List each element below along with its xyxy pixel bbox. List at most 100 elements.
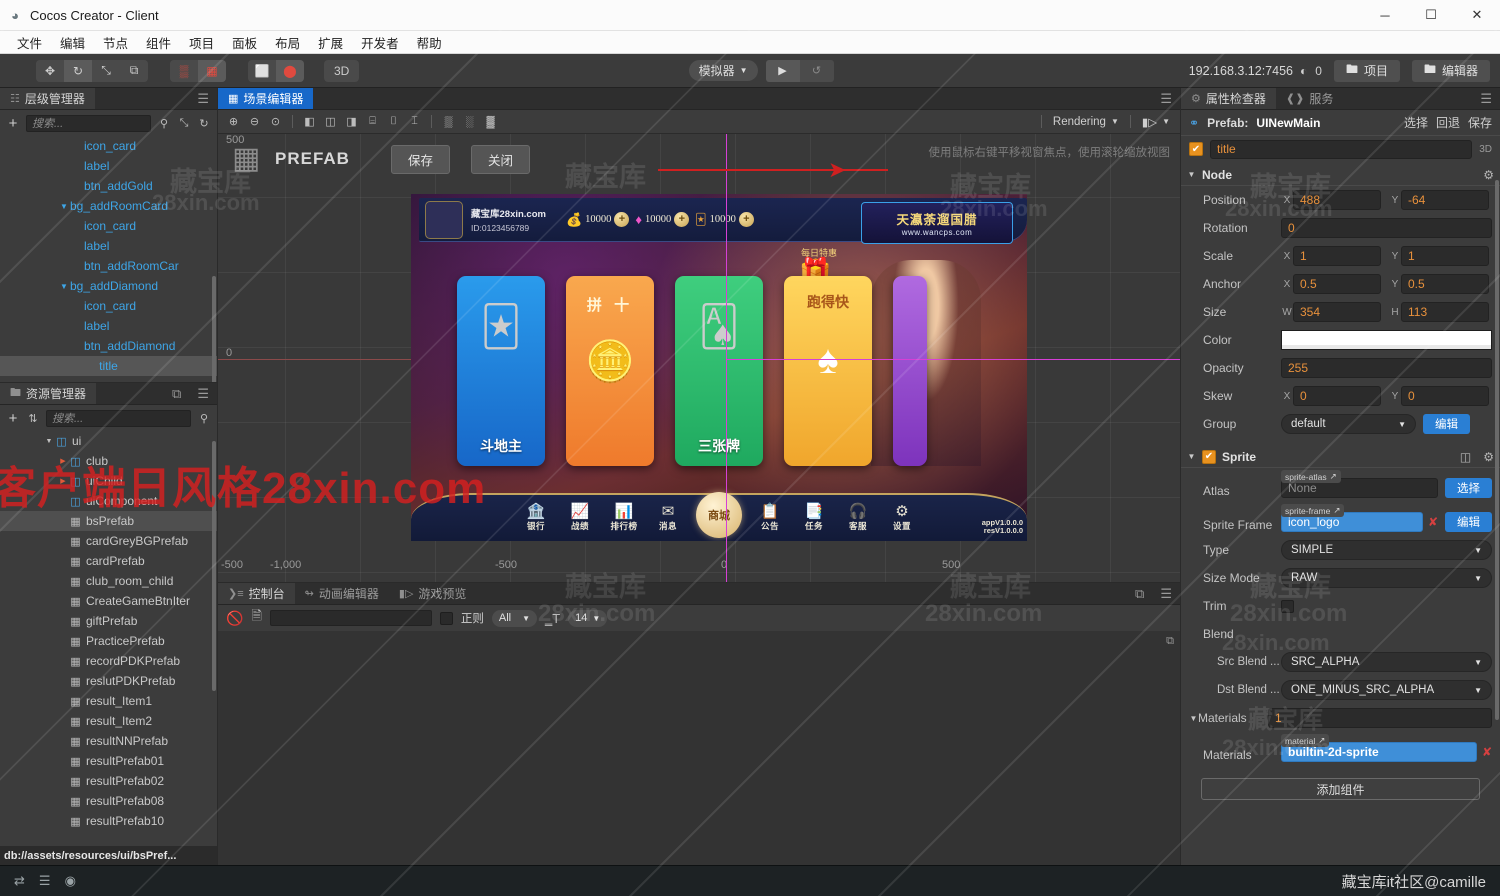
sprite-frame-field[interactable]: sprite-frame ↗ icon_logo ✘ <box>1281 504 1438 532</box>
nav-item-rank[interactable]: 📊 排行榜 <box>608 504 640 532</box>
zoom-out-icon[interactable]: ⊖ <box>245 113 264 131</box>
tree-row[interactable]: label <box>0 156 217 176</box>
chevron-right-icon[interactable]: ▶ <box>58 457 68 465</box>
camera-dropdown[interactable]: ▮▷ ▼ <box>1138 115 1174 129</box>
list-item[interactable]: ▦ PracticePrefab <box>0 631 217 651</box>
nav-item-bank[interactable]: 🏦 银行 <box>520 504 552 532</box>
console-menu-button[interactable]: ☰ <box>1152 583 1180 604</box>
list-item[interactable]: ▦ club_room_child <box>0 571 217 591</box>
tree-row[interactable]: btn_addRoomCar <box>0 256 217 276</box>
rotate-tool[interactable]: ↻ <box>64 59 92 82</box>
tree-row[interactable]: ▼ bg_addRoomCard <box>0 196 217 216</box>
distribute-v-icon[interactable]: ░ <box>460 113 479 131</box>
position-x-input[interactable]: 488 <box>1293 190 1381 210</box>
anchor-x-input[interactable]: 0.5 <box>1293 274 1381 294</box>
mode-3d-toggle[interactable]: 3D <box>324 59 360 82</box>
log-level-dropdown[interactable]: All ▼ <box>491 609 538 627</box>
chevron-down-icon[interactable]: ▼ <box>1189 714 1198 723</box>
rotation-input[interactable]: 0 <box>1281 218 1492 238</box>
scene-menu-button[interactable]: ☰ <box>1152 88 1180 109</box>
local-coord-tool[interactable]: ⬜ <box>248 59 276 82</box>
add-component-button[interactable]: 添加组件 <box>1201 778 1480 800</box>
play-button[interactable]: ▶ <box>765 59 800 82</box>
list-item[interactable]: ▦ giftPrefab <box>0 611 217 631</box>
materials-count-input[interactable]: 1 <box>1268 708 1492 728</box>
prefab-close-button[interactable]: 关闭 <box>470 144 530 174</box>
close-button[interactable]: ✕ <box>1454 0 1500 31</box>
font-size-dropdown[interactable]: 14 ▼ <box>568 609 608 627</box>
console-restore-button[interactable]: ⧉ <box>1127 583 1152 604</box>
menu-help[interactable]: 帮助 <box>408 30 451 55</box>
external-link-icon[interactable]: ↗ <box>1333 505 1340 516</box>
align-center-h-icon[interactable]: ◫ <box>321 113 340 131</box>
dst-blend-dropdown[interactable]: ONE_MINUS_SRC_ALPHA ▼ <box>1281 680 1492 700</box>
scene-viewport[interactable]: 500 0 -500 -1,000 -500 0 500 ▦ PREFAB 保存… <box>218 134 1180 582</box>
eye-icon[interactable]: ◉ <box>65 873 76 889</box>
tab-inspector[interactable]: ⚙ 属性检查器 <box>1181 88 1276 109</box>
external-link-icon[interactable]: ↗ <box>1318 735 1325 746</box>
sort-icon[interactable]: ⇅ <box>26 412 40 425</box>
tree-row[interactable]: btn_addDiamond <box>0 336 217 356</box>
menu-panel[interactable]: 面板 <box>223 30 266 55</box>
distribute-eq-icon[interactable]: ▓ <box>481 113 500 131</box>
list-item[interactable]: ◫ uiComponent <box>0 491 217 511</box>
align-bottom-icon[interactable]: ⌶ <box>405 113 424 131</box>
list-item[interactable]: ▦ cardGreyBGPrefab <box>0 531 217 551</box>
tab-hierarchy[interactable]: ☷ 层级管理器 <box>0 88 95 109</box>
snap-point-tool[interactable]: ▦ <box>198 59 226 82</box>
rendering-dropdown[interactable]: Rendering ▼ <box>1049 116 1123 128</box>
global-coord-tool[interactable]: ⬤ <box>276 59 304 82</box>
assets-scrollbar[interactable] <box>212 441 216 691</box>
chevron-right-icon[interactable]: ▶ <box>58 477 68 485</box>
skew-x-input[interactable]: 0 <box>1293 386 1381 406</box>
node-section-header[interactable]: ▼ Node ⚙ <box>1181 164 1500 186</box>
add-asset-button[interactable]: + <box>6 410 20 427</box>
console-expand-button[interactable]: ⧉ <box>1166 635 1174 648</box>
tab-assets[interactable]: 🖿 资源管理器 <box>0 383 97 404</box>
editor-button[interactable]: 🖿 编辑器 <box>1411 59 1490 82</box>
material-field[interactable]: material ↗ builtin-2d-sprite ✘ <box>1281 734 1492 762</box>
shop-button[interactable]: 商城 <box>696 491 742 538</box>
move-tool[interactable]: ✥ <box>36 59 64 82</box>
list-item-selected[interactable]: ▦ bsPrefab <box>0 511 217 531</box>
chevron-down-icon[interactable]: ▼ <box>44 438 54 445</box>
zoom-in-icon[interactable]: ⊕ <box>224 113 243 131</box>
size-h-input[interactable]: 113 <box>1401 302 1489 322</box>
chevron-down-icon[interactable]: ▼ <box>1187 170 1196 179</box>
trim-checkbox[interactable] <box>1281 599 1294 613</box>
database-icon[interactable]: ☰ <box>39 873 51 889</box>
atlas-select-button[interactable]: 选择 <box>1445 478 1492 498</box>
src-blend-dropdown[interactable]: SRC_ALPHA ▼ <box>1281 652 1492 672</box>
rect-tool[interactable]: ⧉ <box>120 59 148 82</box>
align-top-icon[interactable]: ⌸ <box>363 113 382 131</box>
add-diamond-button[interactable]: + <box>674 212 690 227</box>
project-button[interactable]: 🖿 项目 <box>1333 59 1400 82</box>
search-icon[interactable]: ⚲ <box>157 117 171 130</box>
nav-item-support[interactable]: 🎧 客服 <box>842 504 874 532</box>
scale-tool[interactable]: ⤡ <box>92 59 120 82</box>
gear-icon[interactable]: ⚙ <box>1483 168 1494 182</box>
tab-scene-editor[interactable]: ▦ 场景编辑器 <box>218 88 314 109</box>
align-right-icon[interactable]: ◨ <box>342 113 361 131</box>
menu-project[interactable]: 项目 <box>180 30 223 55</box>
hierarchy-scrollbar[interactable] <box>212 276 216 382</box>
type-dropdown[interactable]: SIMPLE ▼ <box>1281 540 1492 560</box>
expand-icon[interactable]: ⤡ <box>177 117 191 130</box>
list-item[interactable]: ▦ resultPrefab01 <box>0 751 217 771</box>
simulator-dropdown[interactable]: 模拟器 ▼ <box>688 60 758 81</box>
file-icon[interactable]: 🗎 <box>251 607 261 629</box>
menu-layout[interactable]: 布局 <box>266 30 309 55</box>
position-y-input[interactable]: -64 <box>1401 190 1489 210</box>
minimize-button[interactable]: ─ <box>1362 0 1408 31</box>
nav-item-settings[interactable]: ⚙ 设置 <box>886 504 918 532</box>
align-grid-tool[interactable]: ▒ <box>170 59 198 82</box>
menu-component[interactable]: 组件 <box>137 30 180 55</box>
atlas-field[interactable]: sprite-atlas ↗ None <box>1281 470 1438 498</box>
list-item[interactable]: ▶ ◫ club <box>0 451 217 471</box>
hierarchy-search-input[interactable]: 搜索... <box>26 114 151 132</box>
add-coin-button[interactable]: + <box>614 212 630 227</box>
list-item[interactable]: ▶ ◫ uiChild <box>0 471 217 491</box>
stack-icon[interactable]: ◫ <box>1460 450 1471 464</box>
clear-material-button[interactable]: ✘ <box>1482 745 1492 759</box>
gizmo-x-axis-arrow[interactable]: ➤ <box>828 159 846 181</box>
